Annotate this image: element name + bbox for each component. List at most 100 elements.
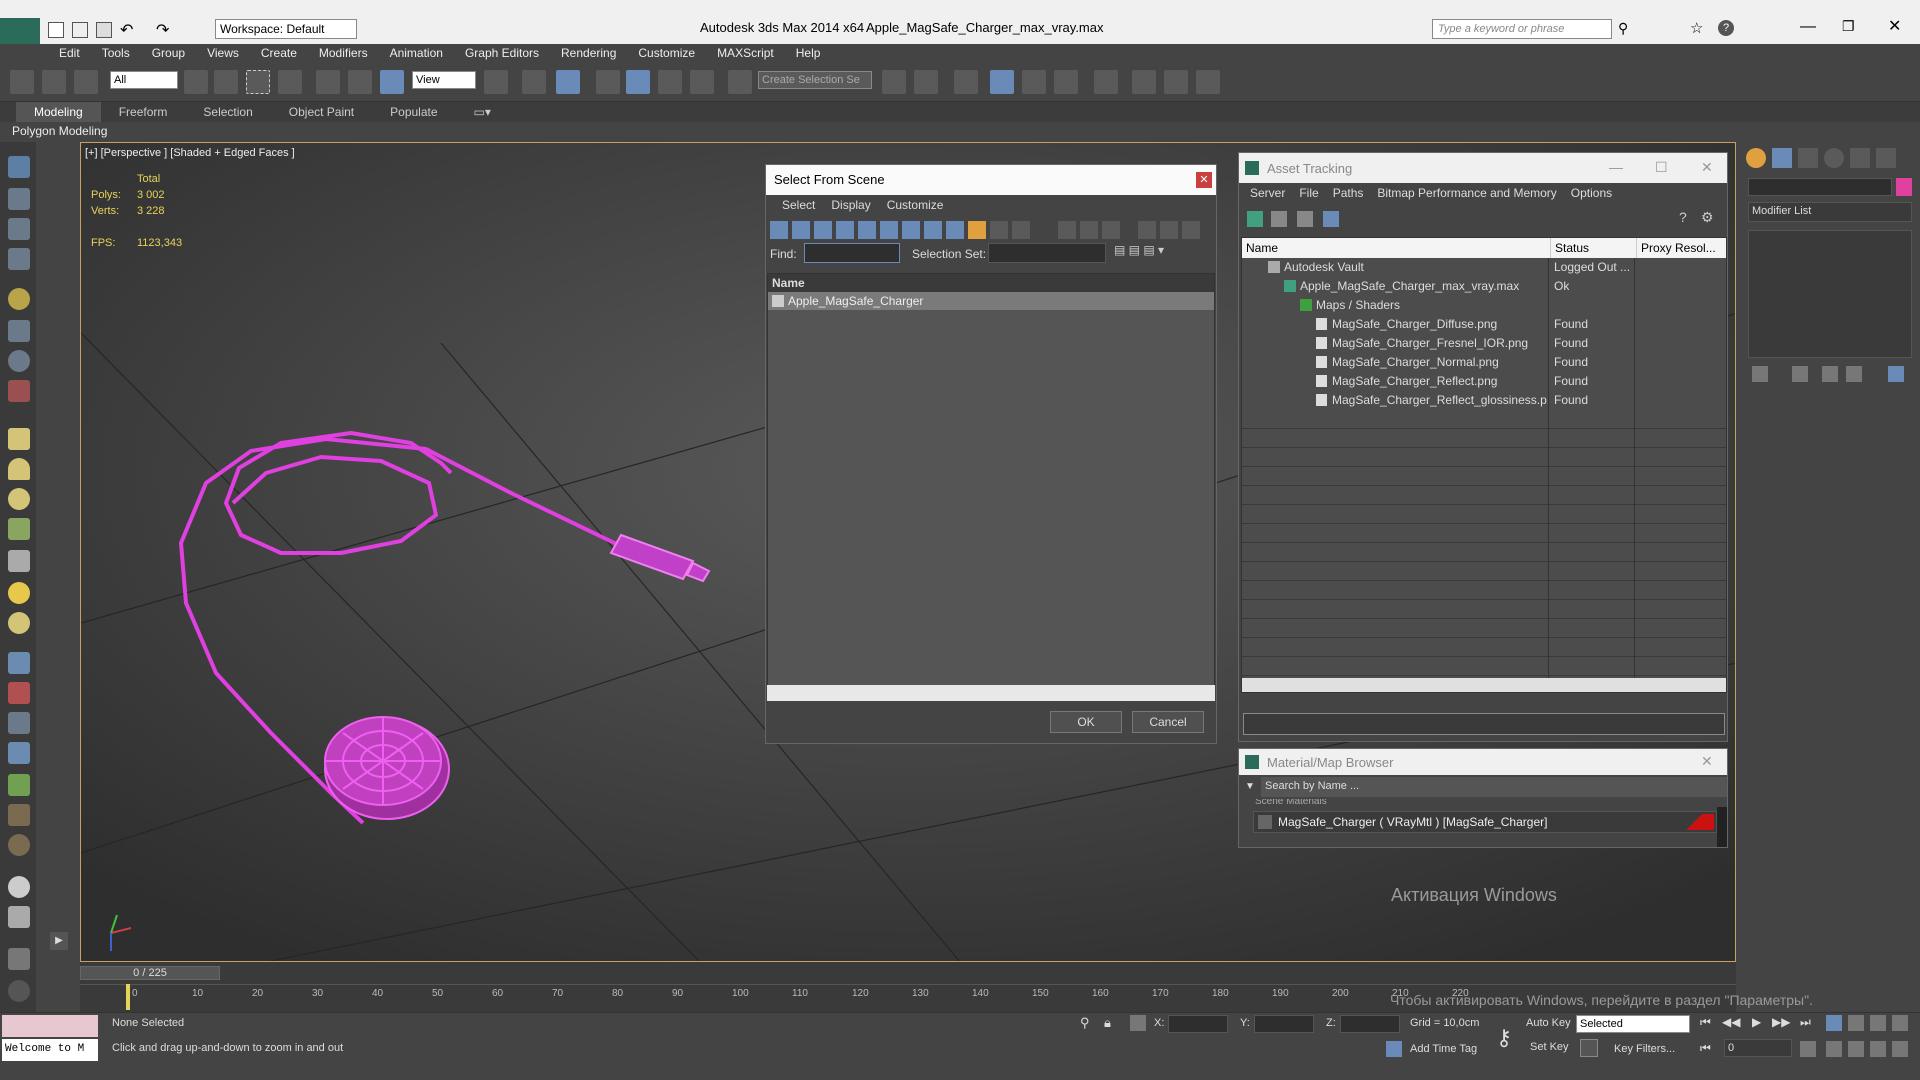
scene-explorer-icon[interactable] — [990, 70, 1014, 94]
menu-bitmap-performance[interactable]: Bitmap Performance and Memory — [1370, 183, 1563, 203]
window-crossing-icon[interactable] — [278, 70, 302, 94]
filter-cameras-icon[interactable] — [836, 221, 854, 239]
maximize-icon[interactable]: ❐ — [1842, 18, 1855, 35]
tab-modeling[interactable]: Modeling — [16, 102, 101, 122]
move-icon[interactable] — [316, 70, 340, 94]
menu-help[interactable]: Help — [785, 44, 832, 62]
scale-icon[interactable] — [380, 70, 404, 94]
goto-start-icon[interactable]: ⏮ — [1700, 1015, 1711, 1030]
ribbon-options-icon[interactable]: ▭▾ — [456, 102, 509, 122]
tab-freeform[interactable]: Freeform — [101, 102, 186, 122]
filter-xrefs-icon[interactable] — [924, 221, 942, 239]
column-proxy[interactable]: Proxy Resol... — [1636, 238, 1716, 258]
atom-icon[interactable] — [8, 742, 30, 764]
viewport-label[interactable]: [+] [Perspective ] [Shaded + Edged Faces… — [85, 147, 295, 159]
layer-manager-icon[interactable] — [954, 70, 978, 94]
key-mode-toggle-icon[interactable]: ⏮ — [1700, 1041, 1711, 1056]
menu-create[interactable]: Create — [250, 44, 308, 62]
remove-modifier-icon[interactable] — [1846, 366, 1862, 382]
rect-selection-icon[interactable] — [246, 70, 270, 94]
hierarchy-tab-icon[interactable] — [1798, 148, 1818, 168]
snap-3d-icon[interactable] — [596, 70, 620, 94]
filter-shapes-icon[interactable] — [792, 221, 810, 239]
auto-key-button[interactable]: Auto Key — [1526, 1017, 1571, 1029]
render-icon[interactable] — [8, 876, 30, 898]
curve-editor-icon[interactable] — [1022, 70, 1046, 94]
vertical-scrollbar[interactable] — [1717, 807, 1727, 847]
selection-set-icons[interactable]: ▤ ▤ ▤ ▾ — [1114, 243, 1204, 263]
configure-sets-icon[interactable] — [1888, 366, 1904, 382]
redo-icon[interactable]: ↷ — [156, 20, 169, 40]
cancel-button[interactable]: Cancel — [1132, 711, 1204, 733]
table-row[interactable]: Apple_MagSafe_Charger_max_vray.max Ok — [1242, 277, 1726, 296]
menu-group[interactable]: Group — [141, 44, 196, 62]
scene-materials-group[interactable]: Scene Materials — [1255, 799, 1327, 809]
close-icon[interactable]: ✕ — [1701, 753, 1713, 770]
maxscript-listener[interactable]: Welcome to M — [2, 1039, 98, 1061]
rotate-icon[interactable] — [348, 70, 372, 94]
menu-options[interactable]: Options — [1564, 183, 1619, 203]
sphere-icon[interactable] — [8, 488, 30, 510]
polygon-modeling-panel[interactable]: Polygon Modeling — [12, 122, 107, 140]
options-arrow-icon[interactable]: ▼ — [1245, 781, 1255, 792]
minimize-icon[interactable]: — — [1609, 159, 1623, 175]
material-editor-icon[interactable] — [1094, 70, 1118, 94]
particles-icon[interactable] — [8, 652, 30, 674]
thumbnail-view-icon[interactable] — [1297, 211, 1313, 227]
make-unique-icon[interactable] — [1822, 366, 1838, 382]
menu-customize[interactable]: Customize — [627, 44, 706, 62]
lock-icon[interactable]: ⚲ — [1080, 1015, 1090, 1031]
align-icon[interactable] — [914, 70, 938, 94]
pivot-icon[interactable] — [484, 70, 508, 94]
table-row[interactable]: MagSafe_Charger_Reflect_glossiness.p... … — [1242, 391, 1726, 410]
plant-icon[interactable] — [8, 518, 30, 540]
select-invert-icon[interactable] — [1102, 221, 1120, 239]
menu-server[interactable]: Server — [1243, 183, 1292, 203]
render-setup-icon[interactable] — [1132, 70, 1156, 94]
unlink-icon[interactable] — [42, 70, 66, 94]
maxscript-listener-top[interactable] — [2, 1015, 98, 1037]
light-icon[interactable] — [8, 288, 30, 310]
show-end-result-icon[interactable] — [1792, 366, 1808, 382]
menu-select[interactable]: Select — [774, 195, 823, 215]
menu-maxscript[interactable]: MAXScript — [706, 44, 785, 62]
binoculars-icon[interactable]: ⚲ — [1618, 20, 1628, 37]
display-tab-icon[interactable] — [1850, 148, 1870, 168]
camera-icon[interactable] — [8, 380, 30, 402]
key-mode-dropdown[interactable]: Selected — [1576, 1015, 1690, 1033]
list-view-icon[interactable] — [1271, 211, 1287, 227]
render-production-icon[interactable] — [1196, 70, 1220, 94]
selection-set-dropdown[interactable] — [988, 243, 1106, 263]
layer-icon[interactable] — [8, 188, 30, 210]
percent-snap-icon[interactable] — [658, 70, 682, 94]
filter-groups-icon[interactable] — [902, 221, 920, 239]
helper-icon[interactable] — [8, 320, 30, 342]
current-frame-input[interactable] — [1724, 1039, 1792, 1057]
globe-icon[interactable] — [8, 834, 30, 856]
path-field[interactable] — [1243, 713, 1725, 735]
angle-snap-icon[interactable] — [626, 70, 650, 94]
expand-arrow-icon[interactable]: ▶ — [50, 932, 68, 950]
selection-lock-icon[interactable]: 🔒︎ — [1104, 1015, 1111, 1031]
pan-icon[interactable] — [1848, 1041, 1864, 1057]
utilities-tab-icon[interactable] — [1876, 148, 1896, 168]
column-status[interactable]: Status — [1550, 238, 1589, 258]
undo-icon[interactable]: ↶ — [120, 20, 133, 40]
zoom-extents-icon[interactable] — [1870, 1015, 1886, 1031]
filter-helpers-icon[interactable] — [858, 221, 876, 239]
key-filters-button[interactable]: Key Filters... — [1614, 1043, 1675, 1055]
help-icon[interactable]: ? — [1718, 20, 1734, 36]
dome-icon[interactable] — [8, 458, 30, 480]
quick-access-open-icon[interactable] — [72, 22, 88, 38]
scene-explorer-icon[interactable] — [8, 156, 30, 178]
hierarchy-icon[interactable] — [1160, 221, 1178, 239]
app-logo[interactable] — [0, 18, 40, 44]
time-tag-icon[interactable] — [1386, 1041, 1402, 1057]
zoom-icon[interactable] — [1826, 1015, 1842, 1031]
select-object-icon[interactable] — [184, 70, 208, 94]
time-slider[interactable]: 0 / 225 — [80, 966, 220, 980]
hair-icon[interactable] — [8, 774, 30, 796]
settings-icon[interactable] — [8, 948, 30, 970]
spinner-snap-icon[interactable] — [690, 70, 714, 94]
goto-end-icon[interactable]: ⏭ — [1800, 1015, 1811, 1030]
